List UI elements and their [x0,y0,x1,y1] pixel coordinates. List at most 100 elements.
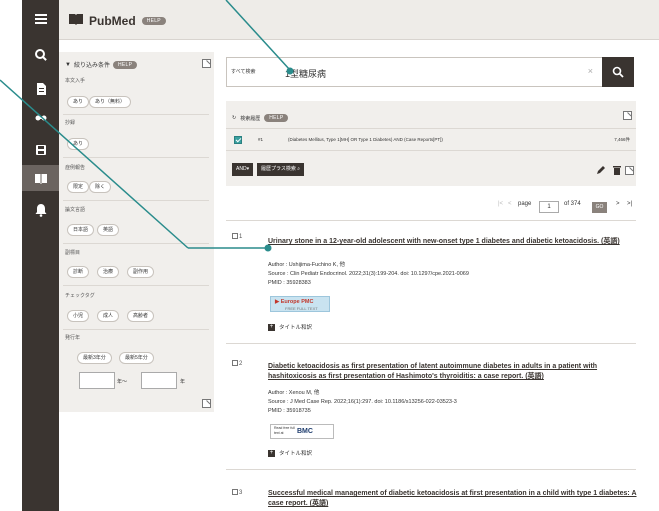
filter-chip[interactable]: あり [67,138,90,150]
result-title[interactable]: Diabetic ketoacidosis as first presentat… [268,362,638,382]
divider [226,150,636,151]
history-header: ↻ 検索履歴 HELP [232,114,289,122]
europe-pmc-label: ▶ Europe PMC [275,299,314,305]
app-title: PubMed [89,14,136,28]
page-total: of 374 [564,201,581,207]
history-title: 検索履歴 [240,115,261,122]
expand-icon[interactable] [623,111,632,120]
filter-chip[interactable]: 診断 [67,266,90,278]
history-checkbox[interactable] [234,136,242,144]
filter-help-button[interactable]: HELP [112,60,138,69]
pencil-icon[interactable] [596,165,606,175]
collapse-icon[interactable] [202,399,211,408]
bell-icon[interactable] [22,197,59,223]
filter-chip[interactable]: あり（無料） [89,96,132,108]
divider [63,114,209,115]
filter-chip[interactable]: 限定 [67,181,90,193]
translate-label: タイトル和訳 [279,451,313,457]
year-from-input[interactable] [79,372,115,389]
divider [63,157,209,158]
filter-section-label: 本文入手 [65,78,86,84]
translate-label: タイトル和訳 [279,325,313,331]
filter-section-label: チェックタグ [65,293,95,299]
first-page-button[interactable]: |< [498,201,503,207]
search-icon[interactable] [22,42,59,68]
filter-chip[interactable]: 治療 [97,266,120,278]
divider [226,128,636,129]
result-checkbox[interactable] [232,360,238,366]
result-number[interactable]: 1 [232,233,242,240]
clear-icon[interactable]: × [588,66,593,76]
history-num: #1 [258,137,264,142]
page-input[interactable]: 1 [539,201,559,213]
search-history-panel: ↻ 検索履歴 HELP #1 (Diabetes Mellitus, Type … [226,101,636,186]
divider [63,285,209,286]
plus-icon: + [268,449,275,457]
result-author: Author : Xenou M, 他 [268,390,320,396]
filter-chip[interactable]: 副作用 [127,266,155,278]
and-label: AND [236,166,247,172]
filter-chip[interactable]: 小児 [67,310,90,322]
divider [63,329,209,330]
history-count[interactable]: 7,466件 [614,137,630,143]
divider [226,469,636,470]
history-icon: ↻ [232,115,237,121]
search-input[interactable]: 1型糖尿病 [285,67,326,80]
go-button[interactable]: GO [592,202,607,213]
result-author: Author : Ushijima-Fuchino K, 他 [268,262,346,268]
search-icon: ⌕ [297,166,301,172]
filter-chip[interactable]: あり [67,96,90,108]
link-icon[interactable] [22,105,59,131]
result-checkbox[interactable] [232,233,238,239]
search-field-select[interactable]: すべて検索 [231,68,255,75]
filter-section-label: 副標目 [65,250,81,256]
translate-title-button[interactable]: + タイトル和訳 [268,323,312,331]
and-select[interactable]: AND▾ [232,163,254,176]
year-to-input[interactable] [141,372,177,389]
bmc-free-label: Read free full text at [274,426,295,435]
chevron-down-icon: ▾ [246,166,250,172]
filter-chip[interactable]: 最新3年分 [77,352,112,364]
filter-chip[interactable]: 日本語 [67,224,95,236]
result-title[interactable]: Urinary stone in a 12-year-old adolescen… [268,237,638,247]
search-button[interactable] [602,57,634,87]
result-number[interactable]: 3 [232,489,242,496]
prev-page-button[interactable]: < [508,201,512,207]
help-button[interactable]: HELP [141,17,166,25]
divider [226,343,636,344]
history-help-button[interactable]: HELP [264,114,289,122]
menu-icon[interactable] [22,6,59,32]
save-icon[interactable] [22,137,59,163]
filter-section-label: 抄録 [65,120,76,126]
bmc-badge[interactable]: Read free full text at BMC [270,424,334,439]
next-page-button[interactable]: > [616,201,620,207]
app-header: PubMed HELP [59,0,659,40]
translate-title-button[interactable]: + タイトル和訳 [268,449,312,457]
year-from-suffix: 年～ [117,379,128,385]
filter-section-label: 論文言語 [65,207,86,213]
book-icon [69,12,83,30]
expand-icon[interactable] [202,59,211,68]
result-title[interactable]: Successful medical management of diabeti… [268,489,638,509]
result-pmid: PMID : 35928383 [268,280,311,286]
history-plus-label: 履歴プラス検索 [261,166,296,172]
filter-chip[interactable]: 英語 [97,224,120,236]
history-plus-search-button[interactable]: 履歴プラス検索 ⌕ [257,163,305,176]
book-icon[interactable] [22,165,59,191]
history-query[interactable]: (Diabetes Mellitus, Type 1[MH] OR Type 1… [288,137,443,142]
expand-icon[interactable] [625,166,634,175]
filter-header: ▼ 絞り込み条件 HELP [65,60,138,69]
search-bar: すべて検索 1型糖尿病 × [226,57,634,87]
result-number[interactable]: 2 [232,360,242,367]
document-icon[interactable] [22,76,59,102]
filter-chip[interactable]: 除く [89,181,112,193]
last-page-button[interactable]: >| [627,201,632,207]
trash-icon[interactable] [612,165,622,175]
result-checkbox[interactable] [232,489,238,495]
filter-chip[interactable]: 最新5年分 [119,352,154,364]
europe-pmc-badge[interactable]: ▶ Europe PMC FREE FULL TEXT [270,296,330,312]
filter-section-label: 症例報告 [65,165,86,171]
divider [63,200,209,201]
filter-chip[interactable]: 成人 [97,310,120,322]
filter-chip[interactable]: 高齢者 [127,310,155,322]
